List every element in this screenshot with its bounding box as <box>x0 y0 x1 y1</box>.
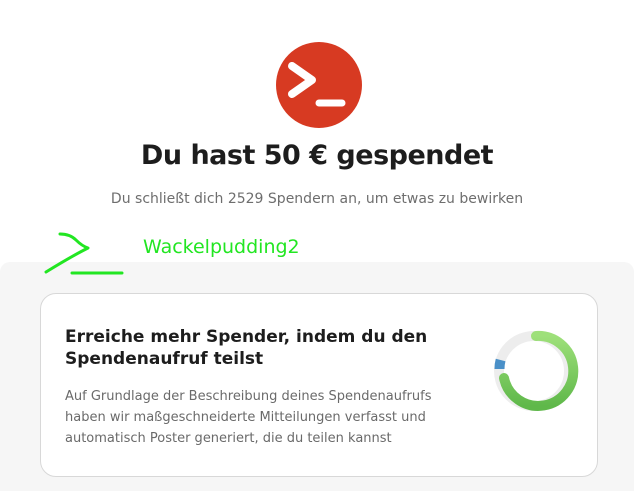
terminal-prompt-icon <box>276 42 362 128</box>
user-name-label: Wackelpudding2 <box>143 236 300 258</box>
confirmation-header: Du hast 50 € gespendet Du schließt dich … <box>0 0 634 262</box>
page-subtitle: Du schließt dich 2529 Spendern an, um et… <box>110 191 524 207</box>
donation-confirmation-page: Du hast 50 € gespendet Du schließt dich … <box>0 0 634 491</box>
page-title: Du hast 50 € gespendet <box>140 140 494 171</box>
share-card-description: Auf Grundlage der Beschreibung deines Sp… <box>65 389 432 446</box>
share-card[interactable]: Erreiche mehr Spender, indem du den Spen… <box>40 293 598 477</box>
share-card-heading: Erreiche mehr Spender, indem du den Spen… <box>65 327 428 369</box>
progress-ring-icon <box>487 324 581 422</box>
prompt-scribble-icon <box>40 226 130 282</box>
